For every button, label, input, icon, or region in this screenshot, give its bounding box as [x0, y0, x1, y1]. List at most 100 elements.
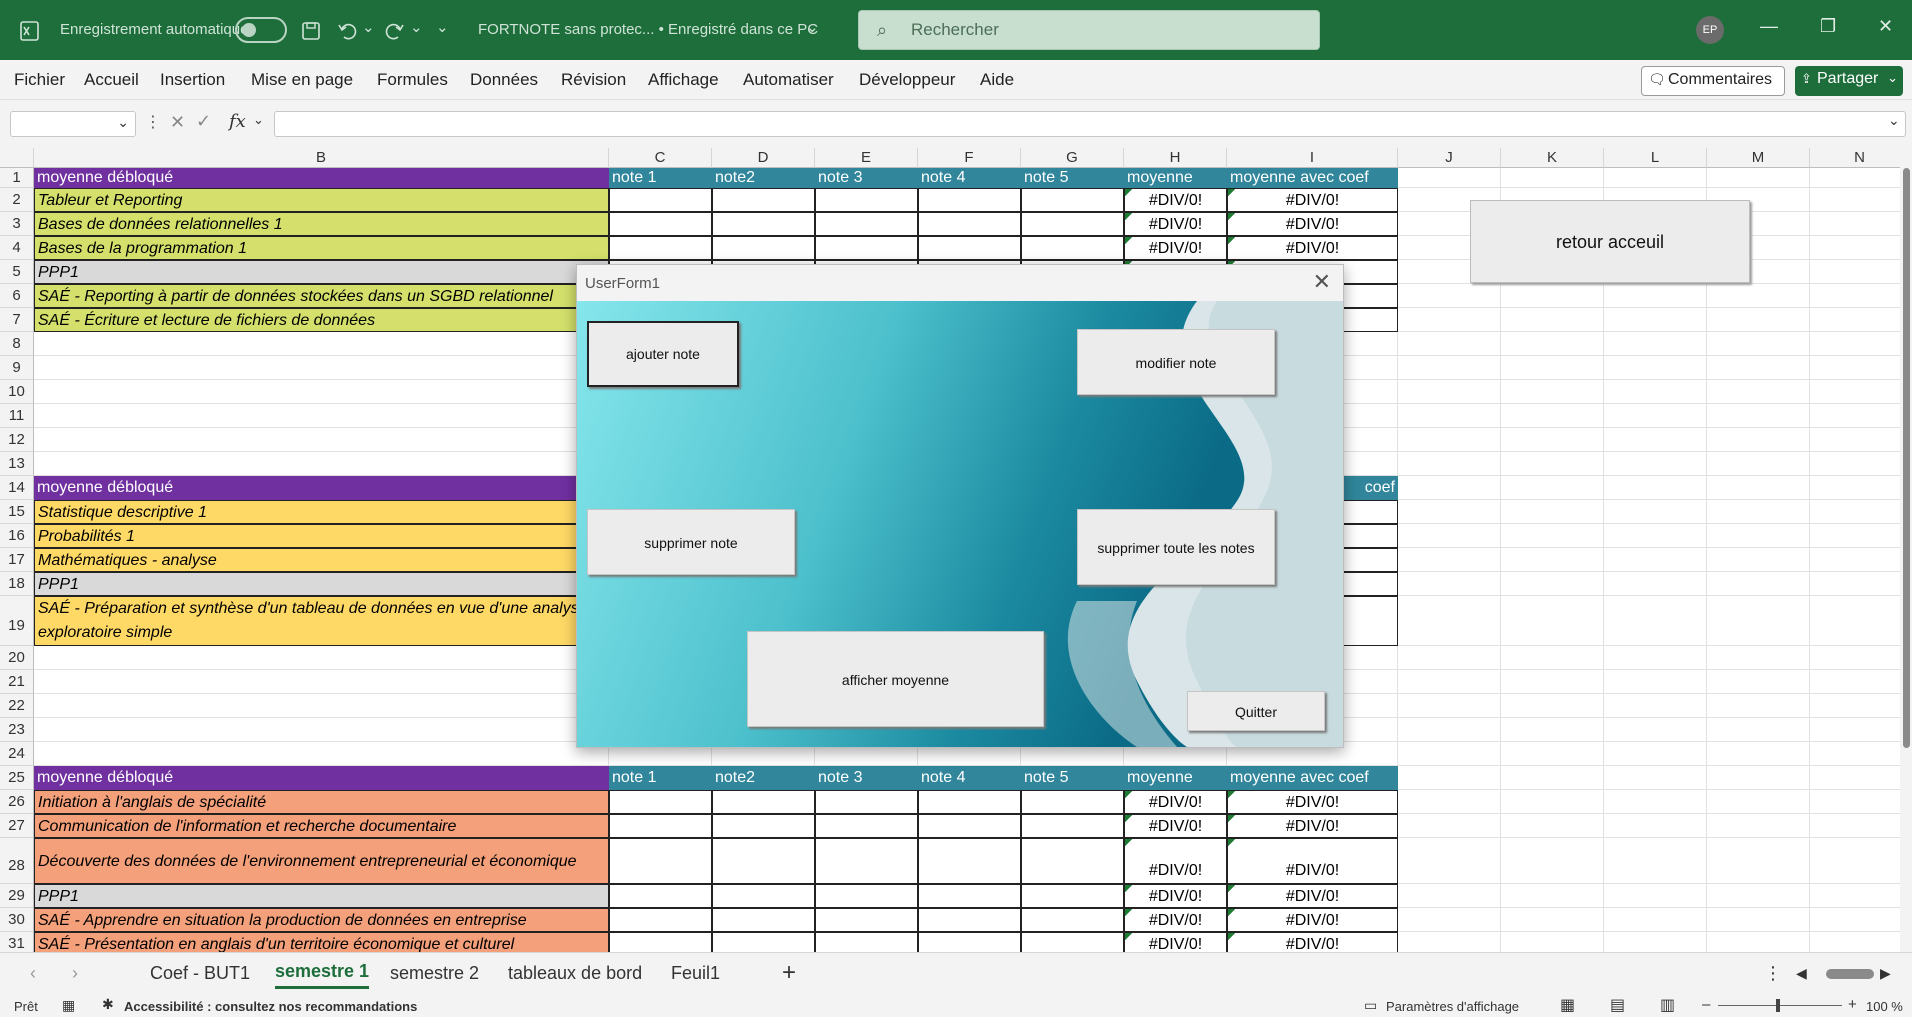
excel-icon[interactable] — [18, 20, 40, 42]
menu-revision[interactable]: Révision — [561, 70, 626, 90]
note-cell[interactable] — [609, 838, 712, 884]
moyenne-coef-value[interactable]: #DIV/0! — [1227, 932, 1398, 952]
note-cell[interactable] — [609, 814, 712, 838]
row-header[interactable]: 5 — [0, 260, 34, 284]
share-button[interactable]: ⇪ Partager ⌄ — [1795, 66, 1903, 96]
note-cell[interactable] — [1021, 188, 1124, 212]
row-header[interactable]: 7 — [0, 308, 34, 332]
menu-developpeur[interactable]: Développeur — [859, 70, 955, 90]
note-cell[interactable] — [918, 884, 1021, 908]
note-cell[interactable] — [815, 236, 918, 260]
note-cell[interactable] — [609, 790, 712, 814]
note-cell[interactable] — [712, 790, 815, 814]
moyenne-value[interactable]: #DIV/0! — [1124, 884, 1227, 908]
note-cell[interactable] — [918, 236, 1021, 260]
title-dropdown-icon[interactable]: ⌄ — [806, 18, 819, 36]
menu-accueil[interactable]: Accueil — [84, 70, 139, 90]
display-settings-icon[interactable]: ▭ — [1364, 997, 1377, 1014]
minimize-icon[interactable]: — — [1760, 16, 1778, 37]
horizontal-scrollbar-thumb[interactable] — [1826, 969, 1874, 979]
note-cell[interactable] — [815, 188, 918, 212]
note-cell[interactable] — [1021, 932, 1124, 952]
ue-label[interactable]: SAÉ - Reporting à partir de données stoc… — [34, 284, 609, 308]
section-header-coef[interactable]: moyenne avec coef — [1227, 766, 1398, 790]
ue-label[interactable]: Bases de données relationnelles 1 — [34, 212, 609, 236]
select-all-corner[interactable] — [0, 148, 34, 168]
note-cell[interactable] — [1021, 838, 1124, 884]
redo-dropdown-icon[interactable]: ⌄ — [410, 18, 423, 36]
zoom-out-icon[interactable]: – — [1702, 996, 1710, 1013]
file-title[interactable]: FORTNOTE sans protec... • Enregistré dan… — [478, 21, 818, 38]
section-header-note3[interactable]: note 3 — [815, 766, 918, 790]
note-cell[interactable] — [609, 908, 712, 932]
moyenne-value[interactable]: #DIV/0! — [1124, 814, 1227, 838]
zoom-in-icon[interactable]: + — [1848, 996, 1857, 1013]
section-header-note1[interactable]: note 1 — [609, 766, 712, 790]
enter-icon[interactable]: ✓ — [196, 111, 211, 132]
save-icon[interactable] — [300, 20, 322, 42]
accessibility-status[interactable]: Accessibilité : consultez nos recommanda… — [124, 999, 417, 1014]
column-header-l[interactable]: L — [1604, 148, 1707, 168]
close-icon[interactable]: ✕ — [1313, 269, 1331, 295]
row-header[interactable]: 16 — [0, 524, 34, 548]
row-header[interactable]: 22 — [0, 694, 34, 718]
moyenne-coef-value[interactable]: #DIV/0! — [1227, 884, 1398, 908]
ue-label[interactable]: Statistique descriptive 1 — [34, 500, 609, 524]
moyenne-value[interactable]: #DIV/0! — [1124, 790, 1227, 814]
page-layout-view-icon[interactable]: ▤ — [1610, 995, 1625, 1015]
note-cell[interactable] — [712, 884, 815, 908]
vertical-scrollbar[interactable] — [1900, 148, 1912, 952]
section-header-note5[interactable]: note 5 — [1021, 168, 1124, 188]
page-break-view-icon[interactable]: ▥ — [1660, 995, 1675, 1015]
formula-input[interactable] — [274, 111, 1906, 137]
moyenne-coef-value[interactable]: #DIV/0! — [1227, 790, 1398, 814]
row-header[interactable]: 1 — [0, 168, 34, 188]
column-header-b[interactable]: B — [34, 148, 609, 168]
moyenne-value[interactable]: #DIV/0! — [1124, 188, 1227, 212]
moyenne-value[interactable]: #DIV/0! — [1124, 236, 1227, 260]
comments-button[interactable]: 🗨 Commentaires — [1641, 66, 1785, 96]
tab-scroll-left-icon[interactable]: ‹ — [30, 963, 36, 984]
menu-donnees[interactable]: Données — [470, 70, 538, 90]
note-cell[interactable] — [815, 884, 918, 908]
row-header[interactable]: 20 — [0, 646, 34, 670]
name-box[interactable]: ⌄ — [10, 111, 136, 137]
note-cell[interactable] — [712, 814, 815, 838]
note-cell[interactable] — [609, 236, 712, 260]
moyenne-value[interactable]: #DIV/0! — [1124, 212, 1227, 236]
row-header[interactable]: 17 — [0, 548, 34, 572]
menu-insertion[interactable]: Insertion — [160, 70, 225, 90]
section-header-note5[interactable]: note 5 — [1021, 766, 1124, 790]
redo-icon[interactable] — [384, 20, 406, 42]
section-header-note2[interactable]: note2 — [712, 168, 815, 188]
undo-dropdown-icon[interactable]: ⌄ — [362, 18, 375, 36]
menu-fichier[interactable]: Fichier — [14, 70, 65, 90]
afficher-moyenne-button[interactable]: afficher moyenne — [747, 631, 1044, 727]
note-cell[interactable] — [609, 212, 712, 236]
section-header-title[interactable]: moyenne débloqué — [34, 168, 609, 188]
column-header-i[interactable]: I — [1227, 148, 1398, 168]
note-cell[interactable] — [918, 838, 1021, 884]
note-cell[interactable] — [918, 790, 1021, 814]
section-header-note1[interactable]: note 1 — [609, 168, 712, 188]
undo-icon[interactable] — [336, 20, 358, 42]
row-header[interactable]: 24 — [0, 742, 34, 766]
ue-label[interactable]: PPP1 — [34, 572, 609, 596]
row-header[interactable]: 26 — [0, 790, 34, 814]
add-sheet-icon[interactable]: + — [782, 959, 796, 987]
moyenne-value[interactable]: #DIV/0! — [1124, 932, 1227, 952]
tab-tableaux-de-bord[interactable]: tableaux de bord — [508, 963, 642, 984]
note-cell[interactable] — [815, 908, 918, 932]
ue-label[interactable]: Mathématiques - analyse — [34, 548, 609, 572]
more-options-icon[interactable]: ⋮ — [145, 112, 161, 132]
tab-feuil1[interactable]: Feuil1 — [671, 963, 720, 984]
zoom-slider-thumb[interactable] — [1776, 999, 1780, 1012]
note-cell[interactable] — [918, 188, 1021, 212]
quitter-button[interactable]: Quitter — [1187, 691, 1325, 731]
more-tabs-icon[interactable]: ⋮ — [1764, 963, 1782, 984]
row-header[interactable]: 15 — [0, 500, 34, 524]
normal-view-icon[interactable]: ▦ — [1560, 995, 1575, 1015]
customize-toolbar-icon[interactable]: ⌄ — [436, 18, 449, 36]
section-header-coef[interactable]: moyenne avec coef — [1227, 168, 1398, 188]
zoom-slider[interactable] — [1718, 999, 1842, 1012]
